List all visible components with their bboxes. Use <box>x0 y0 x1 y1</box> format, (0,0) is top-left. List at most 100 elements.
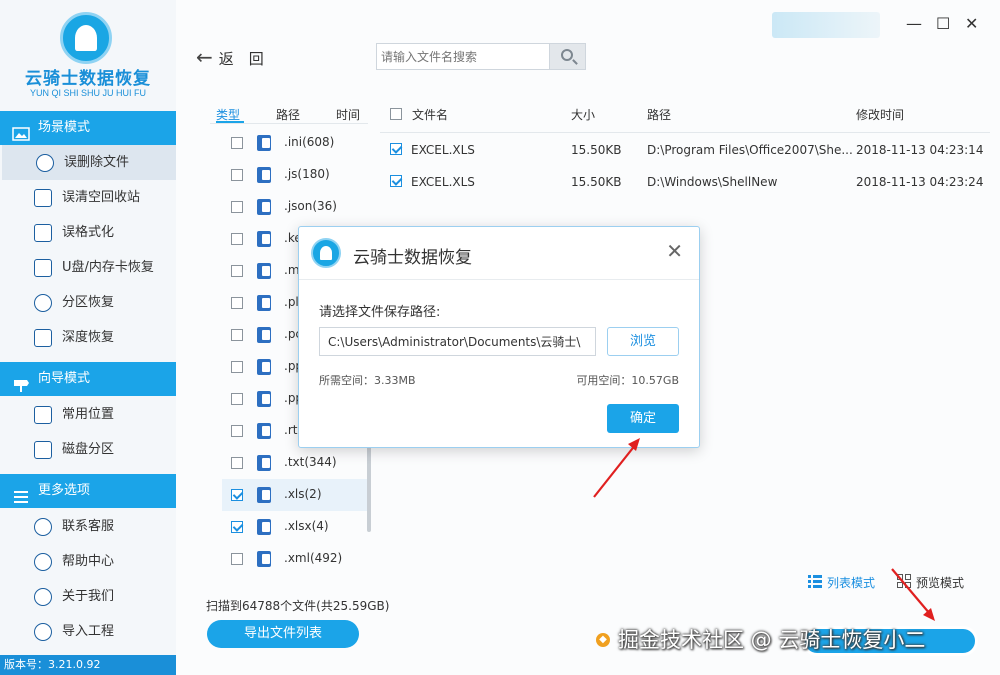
section-scene-mode[interactable]: 场景模式 <box>0 111 176 145</box>
export-list-button[interactable]: 导出文件列表 <box>207 620 359 648</box>
type-list-item[interactable]: .js(180) <box>222 159 368 191</box>
maximize-button[interactable]: ☐ <box>936 14 950 33</box>
type-label: .ini(608) <box>284 135 335 149</box>
column-header-size[interactable]: 大小 <box>571 106 595 123</box>
checkbox[interactable] <box>231 425 243 437</box>
sidebar-item-label: U盘/内存卡恢复 <box>62 260 154 275</box>
sidebar-item-label: 关于我们 <box>62 589 115 604</box>
checkbox[interactable] <box>231 169 243 181</box>
checkbox[interactable] <box>231 553 243 565</box>
preview-mode-button[interactable]: 预览模式 <box>916 574 964 591</box>
sidebar-item-deleted-files[interactable]: 误删除文件 <box>2 145 176 180</box>
sidebar-item-label: 帮助中心 <box>62 554 115 569</box>
checkbox[interactable] <box>231 201 243 213</box>
file-type-icon <box>257 295 271 311</box>
checkbox[interactable] <box>231 297 243 309</box>
list-mode-button[interactable]: 列表模式 <box>827 574 875 591</box>
browse-button[interactable]: 浏览 <box>607 327 679 356</box>
checkbox[interactable] <box>231 361 243 373</box>
file-type-icon <box>257 135 271 151</box>
sidebar-item-format[interactable]: 误格式化 <box>0 215 176 250</box>
table-row[interactable]: EXCEL.XLS 15.50KB D:\Program Files\Offic… <box>380 134 990 166</box>
type-list-item[interactable]: .xml(492) <box>222 543 368 575</box>
type-list-item[interactable]: .json(36) <box>222 191 368 223</box>
file-type-icon <box>257 455 271 471</box>
dialog-title: 云骑士数据恢复 <box>353 248 472 268</box>
minimize-button[interactable]: — <box>906 14 922 33</box>
sidebar-item-contact-support[interactable]: 联系客服 <box>0 509 176 544</box>
checkbox[interactable] <box>231 233 243 245</box>
tab-time[interactable]: 时间 <box>336 106 360 123</box>
file-type-icon <box>257 551 271 567</box>
file-type-icon <box>257 487 271 503</box>
type-list-scrollbar[interactable] <box>367 440 371 532</box>
partition-icon <box>34 294 52 312</box>
checkbox-checked[interactable] <box>231 521 243 533</box>
section-title: 场景模式 <box>38 120 91 135</box>
file-path: D:\Program Files\Office2007\She... <box>647 143 853 157</box>
sidebar-item-disk-partition[interactable]: 磁盘分区 <box>0 432 176 467</box>
type-list-item[interactable]: .xlsx(4) <box>222 511 368 543</box>
type-label: .pl <box>284 295 299 309</box>
confirm-button[interactable]: 确定 <box>607 404 679 433</box>
type-list-item[interactable]: .xls(2) <box>222 479 368 511</box>
save-path-dialog: 云骑士数据恢复 ✕ 请选择文件保存路径: 浏览 所需空间：3.33MB 可用空间… <box>298 226 700 448</box>
search-button[interactable] <box>549 44 585 69</box>
sidebar-item-about-us[interactable]: 关于我们 <box>0 579 176 614</box>
section-title: 更多选项 <box>38 483 91 498</box>
deep-scan-icon <box>34 329 52 347</box>
column-header-path[interactable]: 路径 <box>647 106 671 123</box>
file-type-icon <box>257 519 271 535</box>
checkbox[interactable] <box>231 393 243 405</box>
windows-icon <box>34 406 52 424</box>
close-window-button[interactable]: ✕ <box>965 14 978 33</box>
sidebar-item-recycle-bin[interactable]: 误清空回收站 <box>0 180 176 215</box>
checkbox[interactable] <box>231 329 243 341</box>
version-label: 版本号：3.21.0.92 <box>0 655 176 675</box>
sidebar-item-label: 深度恢复 <box>62 330 115 345</box>
type-label: .js(180) <box>284 167 330 181</box>
type-label: .xml(492) <box>284 551 343 565</box>
sidebar-item-deep-scan[interactable]: 深度恢复 <box>0 320 176 355</box>
user-account-chip[interactable] <box>772 12 880 38</box>
file-type-icon <box>257 423 271 439</box>
type-list-item[interactable]: .txt(344) <box>222 447 368 479</box>
select-all-checkbox[interactable] <box>390 108 402 120</box>
checkbox-checked[interactable] <box>231 489 243 501</box>
file-name: EXCEL.XLS <box>411 143 475 157</box>
sidebar-item-import-project[interactable]: 导入工程 <box>0 614 176 649</box>
sidebar-item-help-center[interactable]: 帮助中心 <box>0 544 176 579</box>
file-type-icon <box>257 167 271 183</box>
info-icon <box>34 588 52 606</box>
back-button[interactable]: ← 返 回 <box>196 45 264 69</box>
sidebar-item-label: 常用位置 <box>62 407 115 422</box>
sidebar-item-label: 误清空回收站 <box>62 190 141 205</box>
table-header-divider <box>380 132 990 133</box>
sidebar-item-usb[interactable]: U盘/内存卡恢复 <box>0 250 176 285</box>
column-header-modified[interactable]: 修改时间 <box>856 106 904 123</box>
checkbox-checked[interactable] <box>390 175 402 187</box>
sidebar-item-common-locations[interactable]: 常用位置 <box>0 397 176 432</box>
search-box <box>376 43 586 70</box>
signpost-icon <box>12 372 30 392</box>
checkbox[interactable] <box>231 137 243 149</box>
sidebar-item-label: 磁盘分区 <box>62 442 115 457</box>
type-label: .xlsx(4) <box>284 519 329 533</box>
table-row[interactable]: EXCEL.XLS 15.50KB D:\Windows\ShellNew 20… <box>380 166 990 198</box>
file-size: 15.50KB <box>571 143 622 157</box>
type-list-item[interactable]: .ini(608) <box>222 127 368 159</box>
sidebar-item-partition[interactable]: 分区恢复 <box>0 285 176 320</box>
image-icon <box>12 121 30 141</box>
format-disk-icon <box>34 224 52 242</box>
sidebar-item-label: 导入工程 <box>62 624 115 639</box>
checkbox-checked[interactable] <box>390 143 402 155</box>
column-header-name[interactable]: 文件名 <box>412 106 448 123</box>
dialog-close-button[interactable]: ✕ <box>666 239 683 263</box>
save-path-input[interactable] <box>319 327 596 356</box>
search-input[interactable] <box>377 44 549 69</box>
checkbox[interactable] <box>231 457 243 469</box>
section-guide-mode[interactable]: 向导模式 <box>0 362 176 396</box>
checkbox[interactable] <box>231 265 243 277</box>
section-more-options[interactable]: 更多选项 <box>0 474 176 508</box>
tab-path[interactable]: 路径 <box>276 106 300 123</box>
